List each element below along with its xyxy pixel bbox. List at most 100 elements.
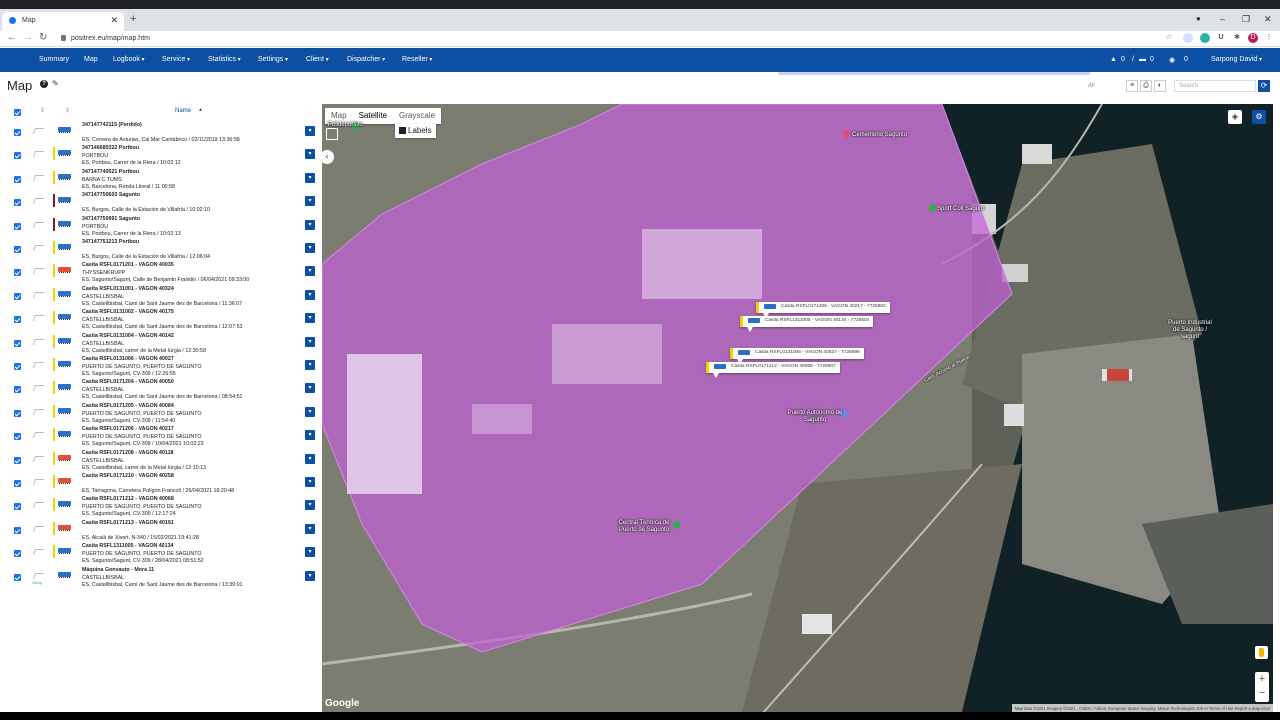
alert-icon[interactable]: ▲ <box>1110 56 1117 63</box>
truck-icon[interactable]: ▬ <box>1139 56 1146 63</box>
user-menu[interactable]: Sarpong David <box>1211 56 1262 63</box>
row-menu-button[interactable]: ▾ <box>305 571 315 581</box>
row-menu-button[interactable]: ▾ <box>305 243 315 253</box>
vehicle-row[interactable]: Casita RSFL0171204 - VAGON 40050 CASTELLB… <box>0 379 322 405</box>
nav-summary[interactable]: Summary <box>39 56 69 63</box>
puzzle-icon[interactable]: ✱ <box>1232 33 1242 43</box>
record-icon[interactable]: ● <box>1196 14 1201 23</box>
row-menu-button[interactable]: ▾ <box>305 477 315 487</box>
vehicle-marker[interactable]: Casita RSFL1311005 - VAGON 40134 - 77266… <box>740 316 874 332</box>
bookmark-star-icon[interactable]: ☆ <box>1164 33 1174 43</box>
edit-icon[interactable]: ✎ <box>52 79 59 88</box>
extension-icon[interactable] <box>1200 33 1210 43</box>
browser-tab[interactable]: Map ✕ <box>2 12 124 31</box>
row-menu-button[interactable]: ▾ <box>305 266 315 276</box>
row-menu-button[interactable]: ▾ <box>305 220 315 230</box>
nav-statistics[interactable]: Statistics <box>208 56 241 63</box>
fullscreen-icon[interactable] <box>326 128 338 140</box>
map-attribution[interactable]: Map data ©2021 Imagery ©2021 , CNES / Ai… <box>1011 704 1273 712</box>
vehicle-row[interactable]: Sleep Máquina Gonvauto - Mora 11 CASTELLBI… <box>0 567 322 593</box>
vehicle-row[interactable]: 347146680322 Portbou PORTBOU ES, Portbou, … <box>0 145 322 171</box>
url-field[interactable]: positrex.eu/map/map.htm <box>55 32 1155 46</box>
row-checkbox[interactable] <box>14 269 21 276</box>
print-icon[interactable]: ⎙ <box>1140 80 1152 92</box>
vehicle-row[interactable]: Casita RSFL0171206 - VAGON 40217 PUERTO D… <box>0 426 322 452</box>
row-checkbox[interactable] <box>14 316 21 323</box>
vehicle-marker[interactable]: Casita RSFL0171212 - VAGON 40068 - 77266… <box>706 362 840 378</box>
row-checkbox[interactable] <box>14 480 21 487</box>
vehicle-row[interactable]: 347147750603 Sagunto ES, Burgos, Calle de… <box>0 192 322 218</box>
row-checkbox[interactable] <box>14 386 21 393</box>
vehicle-row[interactable]: Casita RSFL0171201 - VAGON 40035 THYSSENK… <box>0 262 322 288</box>
nav-service[interactable]: Service <box>162 56 190 63</box>
extension-u-icon[interactable]: U <box>1216 33 1226 43</box>
back-icon[interactable]: ← <box>7 32 17 43</box>
close-tab-icon[interactable]: ✕ <box>110 15 118 26</box>
row-menu-button[interactable]: ▾ <box>305 547 315 557</box>
row-menu-button[interactable]: ▾ <box>305 290 315 300</box>
row-menu-button[interactable]: ▾ <box>305 360 315 370</box>
row-menu-button[interactable]: ▾ <box>305 524 315 534</box>
vehicle-marker[interactable]: Casita RSFL0131006 - VAGON 40027 - 77265… <box>730 348 864 364</box>
close-window-button[interactable]: ✕ <box>1264 14 1272 25</box>
row-checkbox[interactable] <box>14 129 21 136</box>
row-menu-button[interactable]: ▾ <box>305 430 315 440</box>
row-checkbox[interactable] <box>14 550 21 557</box>
profile-avatar[interactable]: D <box>1248 33 1258 43</box>
nav-client[interactable]: Client <box>306 56 329 63</box>
row-checkbox[interactable] <box>14 340 21 347</box>
browser-menu-icon[interactable]: ⋮ <box>1264 33 1274 43</box>
extension-icon[interactable] <box>1183 33 1193 43</box>
labels-toggle[interactable]: Labels <box>395 124 436 138</box>
row-checkbox[interactable] <box>14 152 21 159</box>
row-checkbox[interactable] <box>14 223 21 230</box>
map-settings-icon[interactable]: ⚙ <box>1252 110 1266 124</box>
search-input[interactable]: Search <box>1174 80 1256 92</box>
nav-reseller[interactable]: Reseller <box>402 56 432 63</box>
help-icon[interactable]: ? <box>40 80 48 88</box>
row-checkbox[interactable] <box>14 433 21 440</box>
row-checkbox[interactable] <box>14 176 21 183</box>
new-tab-button[interactable]: + <box>130 13 136 25</box>
labels-checkbox[interactable] <box>399 127 406 134</box>
maximize-button[interactable]: ❐ <box>1242 14 1250 25</box>
zoom-in-button[interactable]: + <box>1255 672 1269 686</box>
row-checkbox[interactable] <box>14 199 21 206</box>
street-view-pegman-icon[interactable] <box>1255 646 1268 659</box>
map-type-grayscale[interactable]: Grayscale <box>393 108 441 123</box>
map-type-map[interactable]: Map <box>325 108 353 123</box>
zoom-out-button[interactable]: − <box>1255 686 1269 700</box>
row-checkbox[interactable] <box>14 503 21 510</box>
sort-icon[interactable]: ⇕ <box>40 107 45 114</box>
row-menu-button[interactable]: ▾ <box>305 454 315 464</box>
map-view[interactable]: Map Satellite Grayscale Labels ‹ ◈ ⚙ Polid… <box>322 104 1273 712</box>
vehicle-row[interactable]: Casita RSFL0131002 - VAGON 40175 CASTELLB… <box>0 309 322 335</box>
row-menu-button[interactable]: ▾ <box>305 173 315 183</box>
row-checkbox[interactable] <box>14 246 21 253</box>
row-checkbox[interactable] <box>14 457 21 464</box>
vehicle-row[interactable]: Casita RSFL0171212 - VAGON 40068 PUERTO D… <box>0 496 322 522</box>
row-checkbox[interactable] <box>14 293 21 300</box>
row-checkbox[interactable] <box>14 363 21 370</box>
row-menu-button[interactable]: ▾ <box>305 126 315 136</box>
select-all-checkbox[interactable] <box>14 109 21 116</box>
nav-settings[interactable]: Settings <box>258 56 288 63</box>
row-menu-button[interactable]: ▾ <box>305 196 315 206</box>
row-checkbox[interactable] <box>14 574 21 581</box>
sort-icon[interactable]: ⇕ <box>65 107 70 114</box>
nav-logbook[interactable]: Logbook <box>113 56 145 63</box>
reload-icon[interactable]: ↻ <box>39 32 47 43</box>
row-menu-button[interactable]: ▾ <box>305 313 315 323</box>
refresh-button[interactable]: ⟳ <box>1258 80 1270 92</box>
layers-icon[interactable]: ◈ <box>1228 110 1242 124</box>
forward-icon[interactable]: → <box>23 32 33 43</box>
row-menu-button[interactable]: ▾ <box>305 149 315 159</box>
vehicle-row[interactable]: Casita RSFL1311005 - VAGON 40134 PUERTO D… <box>0 543 322 569</box>
list-view-icon[interactable]: ≡ <box>1126 80 1138 92</box>
nav-dispatcher[interactable]: Dispatcher <box>347 56 385 63</box>
row-checkbox[interactable] <box>14 410 21 417</box>
sort-asc-icon[interactable]: ▲ <box>198 107 203 113</box>
vehicle-marker[interactable]: Casita RSFL0171206 - VAGON 40217 - 77266… <box>756 302 890 318</box>
row-menu-button[interactable]: ▾ <box>305 407 315 417</box>
nav-map[interactable]: Map <box>84 56 98 63</box>
